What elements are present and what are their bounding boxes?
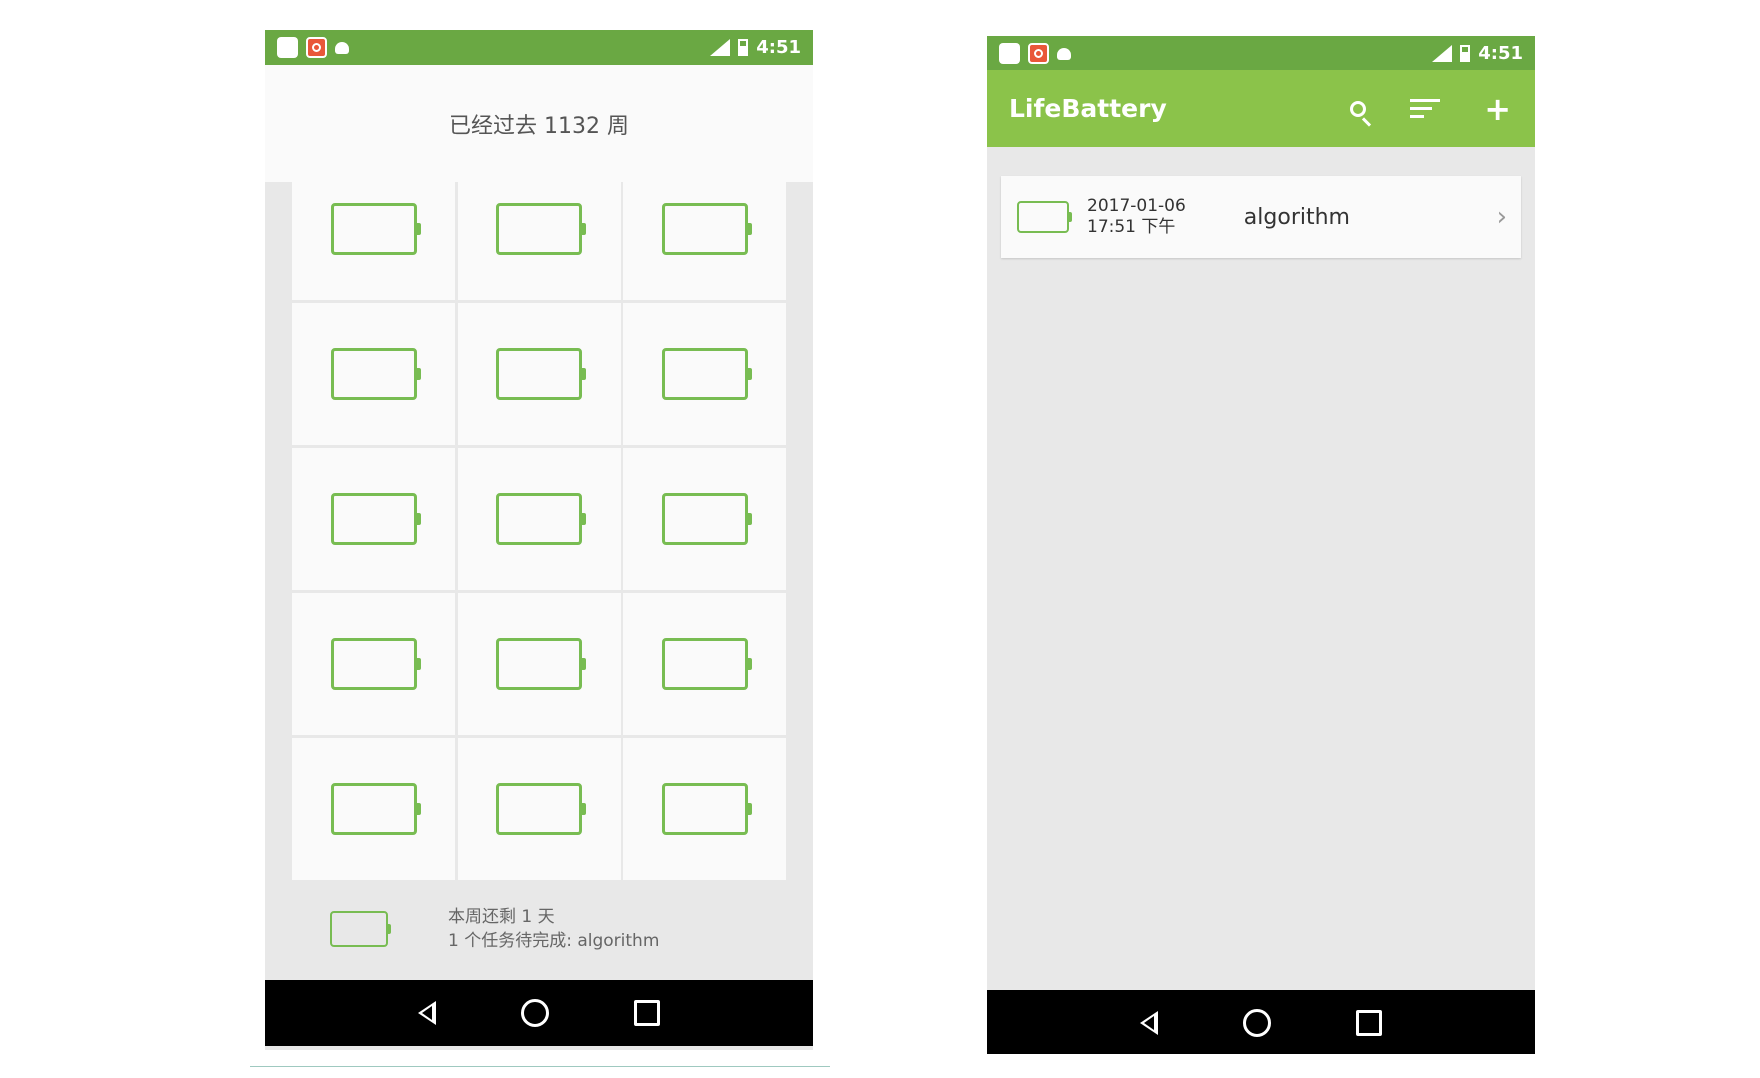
battery-icon xyxy=(661,638,752,690)
chevron-right-icon: › xyxy=(1496,202,1507,232)
week-cell[interactable] xyxy=(623,303,786,445)
phone-screen-tasks: 4:51 LifeBattery + 2017-01-06 17:51 下午 a… xyxy=(987,36,1535,1054)
battery-icon xyxy=(496,348,586,400)
signal-icon xyxy=(710,39,731,56)
week-cell[interactable] xyxy=(457,593,621,735)
home-icon[interactable] xyxy=(1242,1009,1271,1037)
week-summary[interactable]: 本周还剩 1 天 1 个任务待完成: algorithm xyxy=(265,878,813,980)
week-cell[interactable] xyxy=(292,738,455,880)
battery-status-icon xyxy=(738,39,749,56)
task-date: 2017-01-06 xyxy=(1087,196,1186,216)
status-bar: 4:51 xyxy=(265,30,813,65)
battery-icon xyxy=(330,638,421,690)
battery-status-icon xyxy=(1460,45,1471,62)
task-battery-icon xyxy=(1017,201,1072,233)
week-cell[interactable] xyxy=(623,593,786,735)
notification-weibo-icon xyxy=(306,37,327,58)
nav-bar xyxy=(987,990,1535,1054)
week-cell[interactable] xyxy=(457,158,621,300)
notification-android-icon xyxy=(1057,47,1071,60)
home-icon[interactable] xyxy=(520,999,549,1027)
battery-icon xyxy=(661,783,752,835)
add-icon[interactable]: + xyxy=(1484,93,1511,125)
back-icon[interactable] xyxy=(417,1001,436,1025)
week-cell[interactable] xyxy=(292,593,455,735)
week-cell[interactable] xyxy=(457,303,621,445)
status-time: 4:51 xyxy=(1478,43,1523,64)
recent-apps-icon[interactable] xyxy=(1356,1010,1383,1036)
notification-android-icon xyxy=(335,41,349,54)
notification-app-icon xyxy=(277,37,298,58)
list-item[interactable]: 2017-01-06 17:51 下午 algorithm › xyxy=(1001,176,1521,258)
task-name: algorithm xyxy=(1243,204,1350,230)
status-bar: 4:51 xyxy=(987,36,1535,71)
divider xyxy=(250,1066,830,1067)
signal-icon xyxy=(1432,45,1453,62)
notification-app-icon xyxy=(999,43,1020,64)
week-cell[interactable] xyxy=(457,738,621,880)
battery-icon xyxy=(496,638,586,690)
notification-weibo-icon xyxy=(1028,43,1049,64)
sort-icon[interactable] xyxy=(1410,99,1441,118)
task-time: 17:51 下午 xyxy=(1087,217,1176,237)
battery-icon xyxy=(661,203,752,255)
battery-icon xyxy=(661,493,752,545)
week-cell[interactable] xyxy=(457,448,621,590)
nav-bar xyxy=(265,980,813,1046)
phone-screen-weeks: 4:51 已经过去 1132 周 本周还剩 1 天 1 个任务待完成: algo… xyxy=(265,30,813,1050)
status-time: 4:51 xyxy=(756,37,801,58)
search-icon[interactable] xyxy=(1350,100,1367,117)
days-remaining-text: 本周还剩 1 天 xyxy=(448,907,555,927)
week-cell[interactable] xyxy=(292,448,455,590)
week-cell[interactable] xyxy=(623,158,786,300)
battery-icon xyxy=(496,783,586,835)
battery-icon xyxy=(661,348,752,400)
battery-icon xyxy=(330,493,421,545)
week-cell[interactable] xyxy=(292,303,455,445)
battery-icon xyxy=(496,203,586,255)
recent-apps-icon[interactable] xyxy=(634,1000,661,1026)
back-icon[interactable] xyxy=(1139,1011,1158,1035)
week-cell[interactable] xyxy=(623,448,786,590)
battery-icon xyxy=(496,493,586,545)
battery-icon xyxy=(330,348,421,400)
current-week-battery-icon xyxy=(330,911,391,947)
week-battery-grid xyxy=(292,158,786,880)
battery-icon xyxy=(330,783,421,835)
app-bar: LifeBattery + xyxy=(987,70,1535,147)
week-cell[interactable] xyxy=(292,158,455,300)
week-cell[interactable] xyxy=(623,738,786,880)
app-title: LifeBattery xyxy=(1009,94,1167,123)
battery-icon xyxy=(330,203,421,255)
pending-tasks-text: 1 个任务待完成: algorithm xyxy=(448,931,660,951)
